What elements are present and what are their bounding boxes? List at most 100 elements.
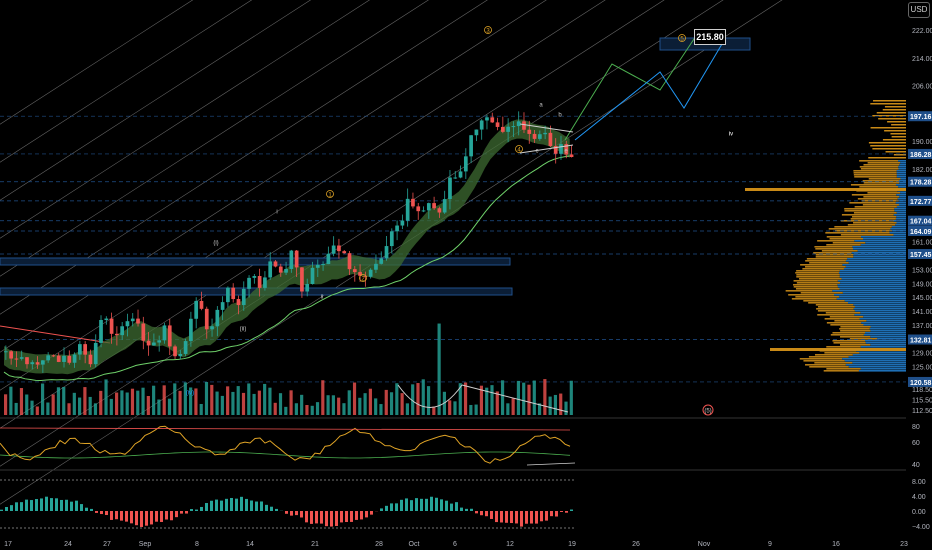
time-tick-label: Oct bbox=[409, 541, 420, 548]
time-tick-label: 24 bbox=[64, 541, 72, 548]
profile-bar-orange bbox=[814, 246, 852, 248]
volume-bar bbox=[512, 398, 515, 415]
histogram-bar bbox=[360, 511, 363, 519]
profile-bar-orange bbox=[807, 258, 847, 260]
candle-body bbox=[200, 301, 204, 309]
profile-bar-blue bbox=[896, 194, 906, 196]
profile-bar-orange bbox=[800, 358, 842, 360]
candle-body bbox=[570, 154, 574, 157]
profile-bar-blue bbox=[890, 228, 906, 230]
profile-bar-orange bbox=[805, 364, 846, 366]
histogram-bar bbox=[65, 500, 68, 511]
histogram-bar bbox=[10, 505, 13, 511]
volume-bar bbox=[549, 397, 552, 415]
profile-bar-orange bbox=[796, 274, 839, 276]
profile-bar-orange bbox=[848, 224, 895, 226]
profile-bar-orange bbox=[824, 352, 859, 354]
volume-bar bbox=[168, 399, 171, 415]
profile-bar-orange bbox=[884, 130, 906, 132]
wave-label: i bbox=[276, 210, 277, 216]
volume-bar bbox=[163, 385, 166, 415]
profile-bar-orange bbox=[770, 348, 906, 351]
profile-bar-orange bbox=[870, 145, 906, 147]
profile-bar-orange bbox=[794, 280, 838, 282]
time-tick-label: 12 bbox=[506, 541, 514, 548]
histogram-bar bbox=[45, 497, 48, 511]
histogram-bar bbox=[505, 511, 508, 523]
time-tick-label: 16 bbox=[832, 541, 840, 548]
histogram-bar bbox=[545, 511, 548, 521]
profile-bar-orange bbox=[808, 302, 848, 304]
histogram-bar bbox=[460, 508, 463, 511]
candle-body bbox=[475, 130, 479, 136]
candle-body bbox=[279, 267, 283, 273]
volume-bar bbox=[194, 388, 197, 415]
volume-bar bbox=[126, 393, 129, 415]
channel-line bbox=[0, 0, 906, 188]
profile-bar-blue bbox=[849, 356, 906, 358]
profile-bar-orange bbox=[869, 142, 906, 144]
volume-bar bbox=[62, 387, 65, 415]
candle-body bbox=[390, 231, 394, 246]
histogram-bar bbox=[160, 511, 163, 522]
wave-label: (ii) bbox=[240, 327, 247, 333]
profile-bar-blue bbox=[900, 178, 906, 180]
candle-body bbox=[242, 289, 246, 305]
profile-bar-orange bbox=[795, 296, 839, 298]
histogram-bar bbox=[155, 511, 158, 522]
candle-body bbox=[374, 264, 378, 270]
profile-bar-blue bbox=[870, 330, 906, 332]
candle-body bbox=[231, 288, 235, 299]
profile-bar-blue bbox=[854, 314, 906, 316]
candle-body bbox=[295, 251, 299, 268]
histogram-bar bbox=[285, 511, 288, 514]
histogram-bar bbox=[315, 511, 318, 523]
currency-label: USD bbox=[908, 2, 930, 18]
histogram-bar bbox=[330, 511, 333, 527]
profile-bar-blue bbox=[865, 340, 906, 342]
price-tick-label: 190.00 bbox=[912, 139, 932, 146]
candle-body bbox=[205, 309, 209, 329]
wave-label: 3 bbox=[486, 29, 490, 35]
volume-bar bbox=[178, 391, 181, 415]
profile-bar-orange bbox=[871, 127, 906, 129]
candle-body bbox=[237, 299, 241, 305]
candle-body bbox=[147, 341, 151, 346]
candle-body bbox=[348, 253, 352, 269]
profile-bar-blue bbox=[897, 172, 906, 174]
profile-bar-blue bbox=[897, 174, 906, 176]
volume-bar bbox=[332, 395, 335, 415]
volume-bar bbox=[67, 403, 70, 415]
volume-bar bbox=[300, 395, 303, 415]
profile-bar-orange bbox=[864, 182, 899, 184]
histogram-bar bbox=[540, 511, 543, 521]
profile-bar-blue bbox=[852, 246, 906, 248]
profile-bar-blue bbox=[900, 192, 906, 194]
candle-body bbox=[247, 278, 251, 289]
profile-bar-blue bbox=[898, 186, 906, 188]
osc-tick-label: 40 bbox=[912, 462, 920, 469]
candle-body bbox=[416, 206, 420, 211]
profile-bar-orange bbox=[825, 318, 860, 320]
histogram-bar bbox=[0, 510, 3, 511]
time-tick-label: Nov bbox=[698, 541, 711, 548]
histogram-bar bbox=[420, 499, 423, 511]
profile-bar-orange bbox=[841, 234, 894, 236]
histogram-bar bbox=[480, 511, 483, 515]
red-trendline bbox=[0, 326, 110, 343]
profile-bar-orange bbox=[862, 200, 899, 202]
time-tick-label: 9 bbox=[768, 541, 772, 548]
profile-bar-blue bbox=[899, 164, 906, 166]
profile-bar-orange bbox=[826, 346, 860, 348]
profile-bar-orange bbox=[822, 250, 858, 252]
candle-body bbox=[226, 288, 230, 302]
profile-bar-blue bbox=[871, 326, 906, 328]
candle-body bbox=[57, 356, 61, 362]
histogram-bar bbox=[110, 511, 113, 520]
histogram-bar bbox=[195, 510, 198, 511]
volume-bar bbox=[295, 403, 298, 415]
profile-bar-blue bbox=[897, 176, 906, 178]
histogram-tick-label: −4.00 bbox=[912, 524, 930, 531]
profile-bar-blue bbox=[866, 320, 906, 322]
volume-bar bbox=[305, 405, 308, 415]
